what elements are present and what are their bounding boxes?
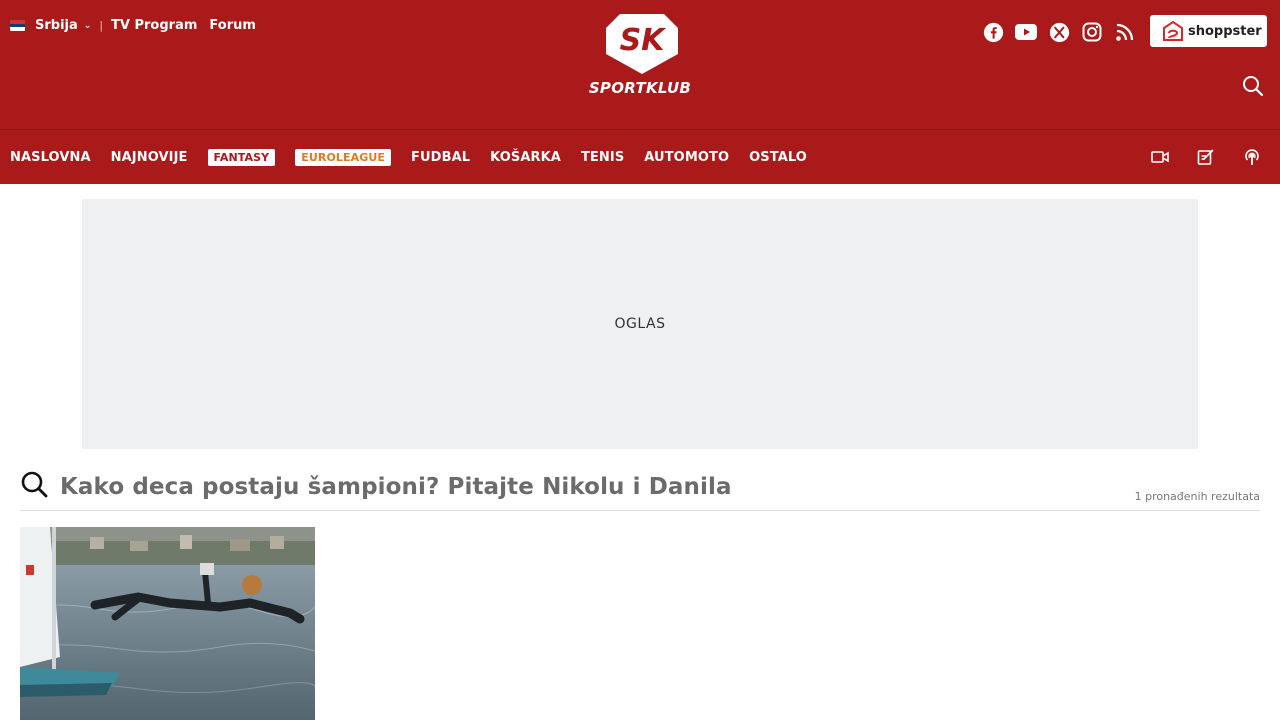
rss-icon[interactable] xyxy=(1113,20,1137,44)
nav-item-ostalo[interactable]: OSTALO xyxy=(749,150,807,165)
nav-icon-links xyxy=(1124,130,1262,184)
forum-link[interactable]: Forum xyxy=(209,18,256,33)
sk-badge-icon: SK xyxy=(606,14,678,74)
nav-item-fudbal[interactable]: FUDBAL xyxy=(411,150,470,165)
country-selector[interactable]: Srbija xyxy=(35,18,78,33)
video-icon[interactable] xyxy=(1150,147,1170,167)
social-links xyxy=(972,20,1137,44)
facebook-icon[interactable] xyxy=(981,20,1005,44)
site-header: Srbija ⌄ | TV Program Forum SK SPORTKLUB… xyxy=(0,0,1280,129)
ad-placeholder[interactable]: OGLAS xyxy=(82,199,1198,449)
nav-items: NASLOVNA NAJNOVIJE FANTASY EUROLEAGUE FU… xyxy=(10,130,827,184)
youtube-icon[interactable] xyxy=(1014,20,1038,44)
logo-wordmark: SPORTKLUB xyxy=(588,79,692,97)
nav-item-automoto[interactable]: AUTOMOTO xyxy=(644,150,729,165)
search-icon xyxy=(21,471,48,498)
chevron-down-icon[interactable]: ⌄ xyxy=(84,21,92,31)
nav-item-najnovije[interactable]: NAJNOVIJE xyxy=(111,150,188,165)
result-card-image[interactable] xyxy=(20,527,315,720)
search-icon[interactable] xyxy=(1241,74,1265,98)
serbia-flag-icon xyxy=(10,20,25,31)
search-query-title: Kako deca postaju šampioni? Pitajte Niko… xyxy=(60,474,732,500)
tv-program-link[interactable]: TV Program xyxy=(111,18,197,33)
nav-item-naslovna[interactable]: NASLOVNA xyxy=(10,150,91,165)
results-count: 1 pronađenih rezultata xyxy=(1134,490,1260,503)
divider: | xyxy=(99,19,104,32)
edit-icon[interactable] xyxy=(1196,147,1216,167)
sportklub-logo[interactable]: SK SPORTKLUB xyxy=(578,14,702,100)
nav-item-euroleague[interactable]: EUROLEAGUE xyxy=(295,148,392,166)
instagram-icon[interactable] xyxy=(1080,20,1104,44)
ad-label: OGLAS xyxy=(614,316,666,332)
nav-item-tenis[interactable]: TENIS xyxy=(581,150,624,165)
shoppster-label: shoppster xyxy=(1188,23,1262,39)
shoppster-button[interactable]: shoppster xyxy=(1150,15,1267,47)
x-icon[interactable] xyxy=(1047,20,1071,44)
logo-badge-text: SK xyxy=(620,23,668,58)
search-results-header: Kako deca postaju šampioni? Pitajte Niko… xyxy=(20,466,1260,511)
nav-item-kosarka[interactable]: KOŠARKA xyxy=(490,150,561,165)
nav-item-fantasy[interactable]: FANTASY xyxy=(207,148,276,166)
header-top-links: Srbija ⌄ | TV Program Forum xyxy=(10,18,268,33)
podcast-icon[interactable] xyxy=(1242,147,1262,167)
shoppster-icon xyxy=(1163,21,1183,41)
main-navigation: NASLOVNA NAJNOVIJE FANTASY EUROLEAGUE FU… xyxy=(0,129,1280,184)
